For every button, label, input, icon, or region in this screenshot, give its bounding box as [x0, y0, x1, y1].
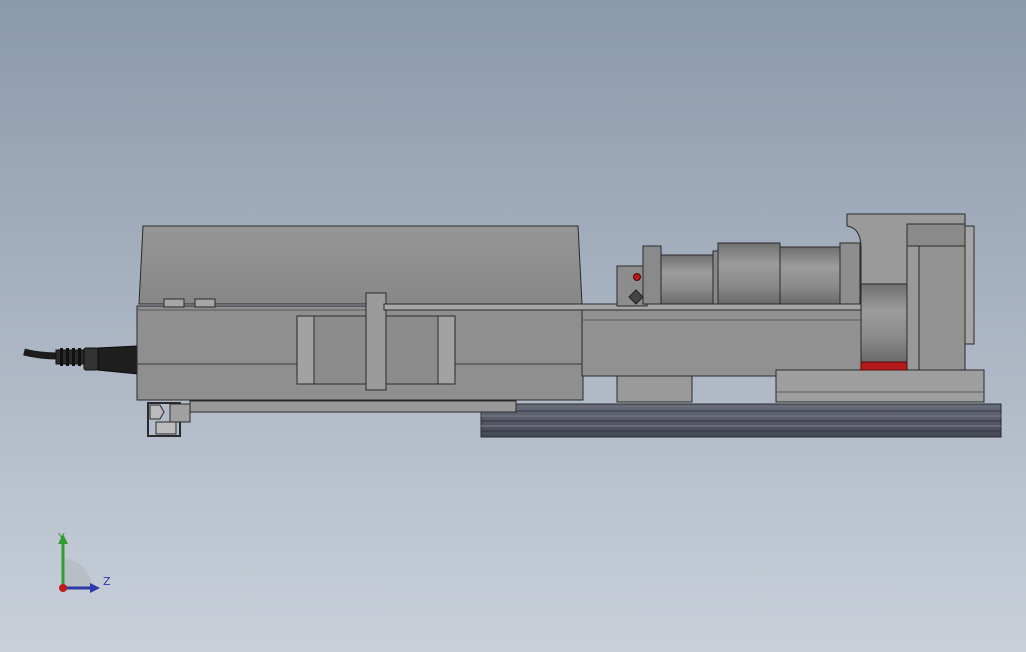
x-axis-dot-icon [59, 584, 67, 592]
coupling-accent [860, 361, 908, 371]
triad-y-label: Y [58, 531, 65, 544]
support-block-left [616, 375, 693, 403]
base-plate [189, 400, 517, 413]
extrusion-rail [480, 403, 1002, 438]
profile-end-cap [147, 402, 191, 437]
power-cable [23, 345, 139, 375]
motor-mount [846, 213, 975, 371]
orientation-triad[interactable] [40, 528, 130, 608]
cad-viewport[interactable]: Y Z [0, 0, 1026, 652]
motor [642, 242, 861, 305]
triad-quadrant [63, 559, 92, 588]
support-block-right [775, 369, 985, 403]
actuator-model[interactable] [0, 0, 1026, 652]
triad-z-label: Z [103, 575, 111, 588]
z-axis-arrow-icon [90, 583, 100, 593]
